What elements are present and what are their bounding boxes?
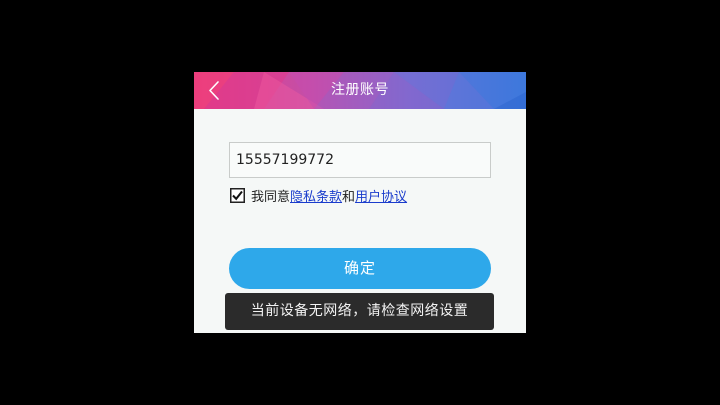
page-title: 注册账号: [331, 82, 389, 98]
header-bar: 注册账号: [194, 72, 526, 109]
agreement-row: 我同意 隐私条款 和 用户协议: [230, 185, 407, 205]
phone-number-field[interactable]: [229, 142, 491, 178]
privacy-policy-link[interactable]: 隐私条款: [290, 186, 342, 205]
agreement-conjunction: 和: [342, 189, 356, 205]
agreement-prefix: 我同意: [251, 189, 291, 205]
confirm-button[interactable]: 确定: [229, 248, 491, 289]
user-agreement-link[interactable]: 用户协议: [355, 186, 407, 205]
network-error-toast: 当前设备无网络，请检查网络设置: [225, 293, 494, 330]
agreement-checkbox[interactable]: [230, 187, 245, 203]
